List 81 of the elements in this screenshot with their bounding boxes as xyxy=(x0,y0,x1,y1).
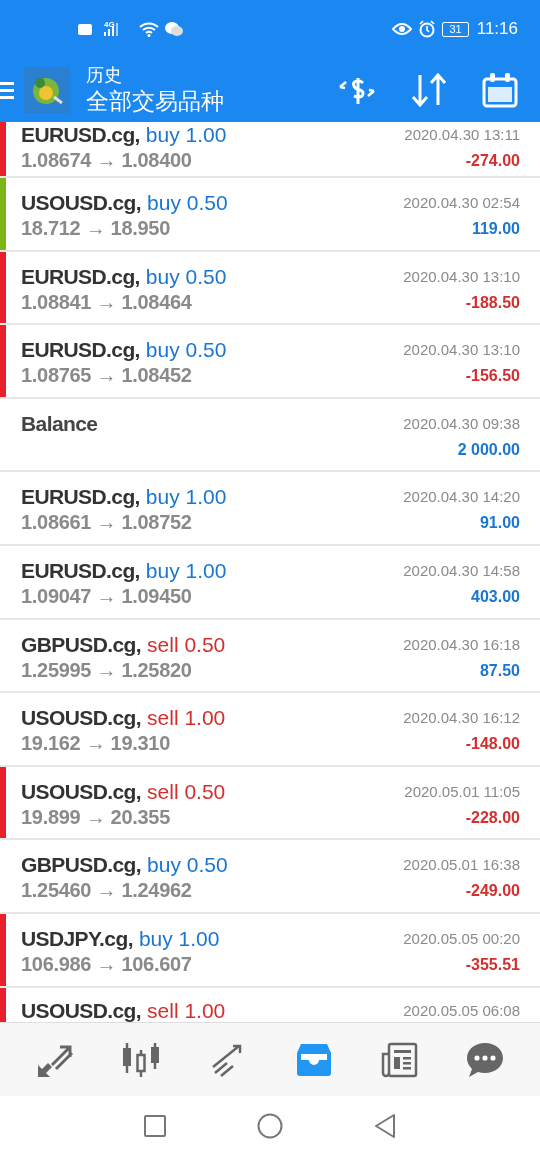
price-range: 19.899 → 20.355 xyxy=(21,804,171,829)
candlestick-icon xyxy=(121,1041,162,1078)
price-range: 1.08661 → 1.08752 xyxy=(21,510,193,535)
order-type: sell 0.50 xyxy=(147,631,226,658)
price-range: 1.08841 → 1.08464 xyxy=(21,289,193,314)
order-type: buy 0.50 xyxy=(147,190,228,216)
trade-time: 2020.04.30 16:12 xyxy=(403,708,520,729)
inbox-tray-icon xyxy=(294,1042,333,1077)
order-type: buy 1.00 xyxy=(138,925,220,952)
symbol-label: EURUSD.cg, xyxy=(21,484,140,511)
profit-value: -249.00 xyxy=(465,881,520,902)
eye-icon xyxy=(392,22,413,36)
symbol-label: EURUSD.cg, xyxy=(21,122,140,148)
recent-apps-button[interactable] xyxy=(143,1113,167,1138)
menu-icon[interactable] xyxy=(0,80,14,100)
trade-time: 2020.04.30 13:10 xyxy=(403,340,520,361)
symbol-label: USOUSD.cg, xyxy=(21,190,142,216)
trade-time: 2020.05.05 00:20 xyxy=(403,928,520,949)
symbol-label: GBPUSD.cg, xyxy=(21,631,142,658)
screen-title: 历史 xyxy=(86,64,123,86)
back-button[interactable] xyxy=(373,1112,397,1139)
alarm-clock-icon xyxy=(418,20,437,38)
profit-value: -188.50 xyxy=(465,292,520,313)
trade-time: 2020.04.30 02:54 xyxy=(403,193,520,213)
sort-arrows-icon[interactable] xyxy=(410,73,448,107)
trade-time: 2020.04.30 14:58 xyxy=(403,560,520,581)
trade-time: 2020.04.30 14:20 xyxy=(403,487,520,508)
price-range: 1.08765 → 1.08452 xyxy=(21,363,193,388)
order-type: sell 1.00 xyxy=(147,705,226,732)
price-range: 1.25995 → 1.25820 xyxy=(21,657,193,682)
order-type: buy 0.50 xyxy=(145,263,227,290)
order-type: sell 0.50 xyxy=(147,778,226,805)
symbol-label: USDJPY.cg, xyxy=(21,925,133,952)
symbol-label: EURUSD.cg, xyxy=(21,557,140,584)
profit-value: 87.50 xyxy=(479,660,520,681)
price-range: 1.09047 → 1.09450 xyxy=(21,583,193,608)
trade-time: 2020.04.30 13:11 xyxy=(404,125,520,145)
symbol-filter[interactable]: 全部交易品种 xyxy=(86,86,336,116)
symbol-label: USOUSD.cg, xyxy=(21,778,142,805)
calendar-icon[interactable] xyxy=(482,72,518,108)
profit-value: 403.00 xyxy=(471,586,520,607)
order-type: sell 1.00 xyxy=(147,997,226,1022)
order-type: buy 1.00 xyxy=(145,122,227,148)
symbol-label: GBPUSD.cg, xyxy=(21,852,142,879)
profit-value: 119.00 xyxy=(471,219,520,239)
symbol-label: EURUSD.cg, xyxy=(21,263,140,290)
profit-value: -274.00 xyxy=(465,151,520,171)
symbol-label: Balance xyxy=(21,410,98,437)
profit-value: -148.00 xyxy=(465,734,520,755)
price-range: 106.986 → 106.607 xyxy=(21,951,193,976)
price-range: 19.162 → 19.310 xyxy=(21,731,171,756)
order-type: buy 1.00 xyxy=(145,557,227,584)
price-range: 1.08674 → 1.08400 xyxy=(21,148,193,172)
symbol-label: EURUSD.cg, xyxy=(21,337,140,364)
app-logo-icon[interactable] xyxy=(24,67,70,113)
network-type: 4G xyxy=(104,19,115,29)
newspaper-icon xyxy=(380,1041,419,1078)
trade-time: 2020.05.01 16:38 xyxy=(403,855,520,876)
trade-time: 2020.04.30 16:18 xyxy=(403,634,520,655)
battery-indicator: 31 xyxy=(442,21,469,37)
order-type: buy 1.00 xyxy=(145,484,227,511)
trade-time: 2020.05.01 11:05 xyxy=(404,781,520,802)
wifi-icon xyxy=(138,21,159,37)
order-type: buy 0.50 xyxy=(147,852,228,879)
profit-value: 2 000.00 xyxy=(457,439,520,460)
price-range: 18.712 → 18.950 xyxy=(21,216,171,240)
symbol-label: USOUSD.cg, xyxy=(21,705,142,732)
profit-value: -228.00 xyxy=(465,807,520,828)
chat-bubbles-icon xyxy=(164,21,183,37)
home-button[interactable] xyxy=(257,1112,283,1139)
clock-time: 11:16 xyxy=(476,19,518,39)
chat-bubble-icon xyxy=(466,1041,505,1078)
symbol-label: USOUSD.cg, xyxy=(21,997,142,1022)
trade-time: 2020.04.30 13:10 xyxy=(403,266,520,287)
price-range: 1.25460 → 1.24962 xyxy=(21,878,193,903)
profit-value: 91.00 xyxy=(479,513,520,534)
trade-time: 2020.04.30 09:38 xyxy=(403,413,520,434)
trade-time: 2020.05.05 06:08 xyxy=(403,1000,520,1021)
order-type: buy 0.50 xyxy=(145,337,227,364)
profit-value: -355.51 xyxy=(465,954,520,975)
profit-value: -156.50 xyxy=(465,366,520,387)
